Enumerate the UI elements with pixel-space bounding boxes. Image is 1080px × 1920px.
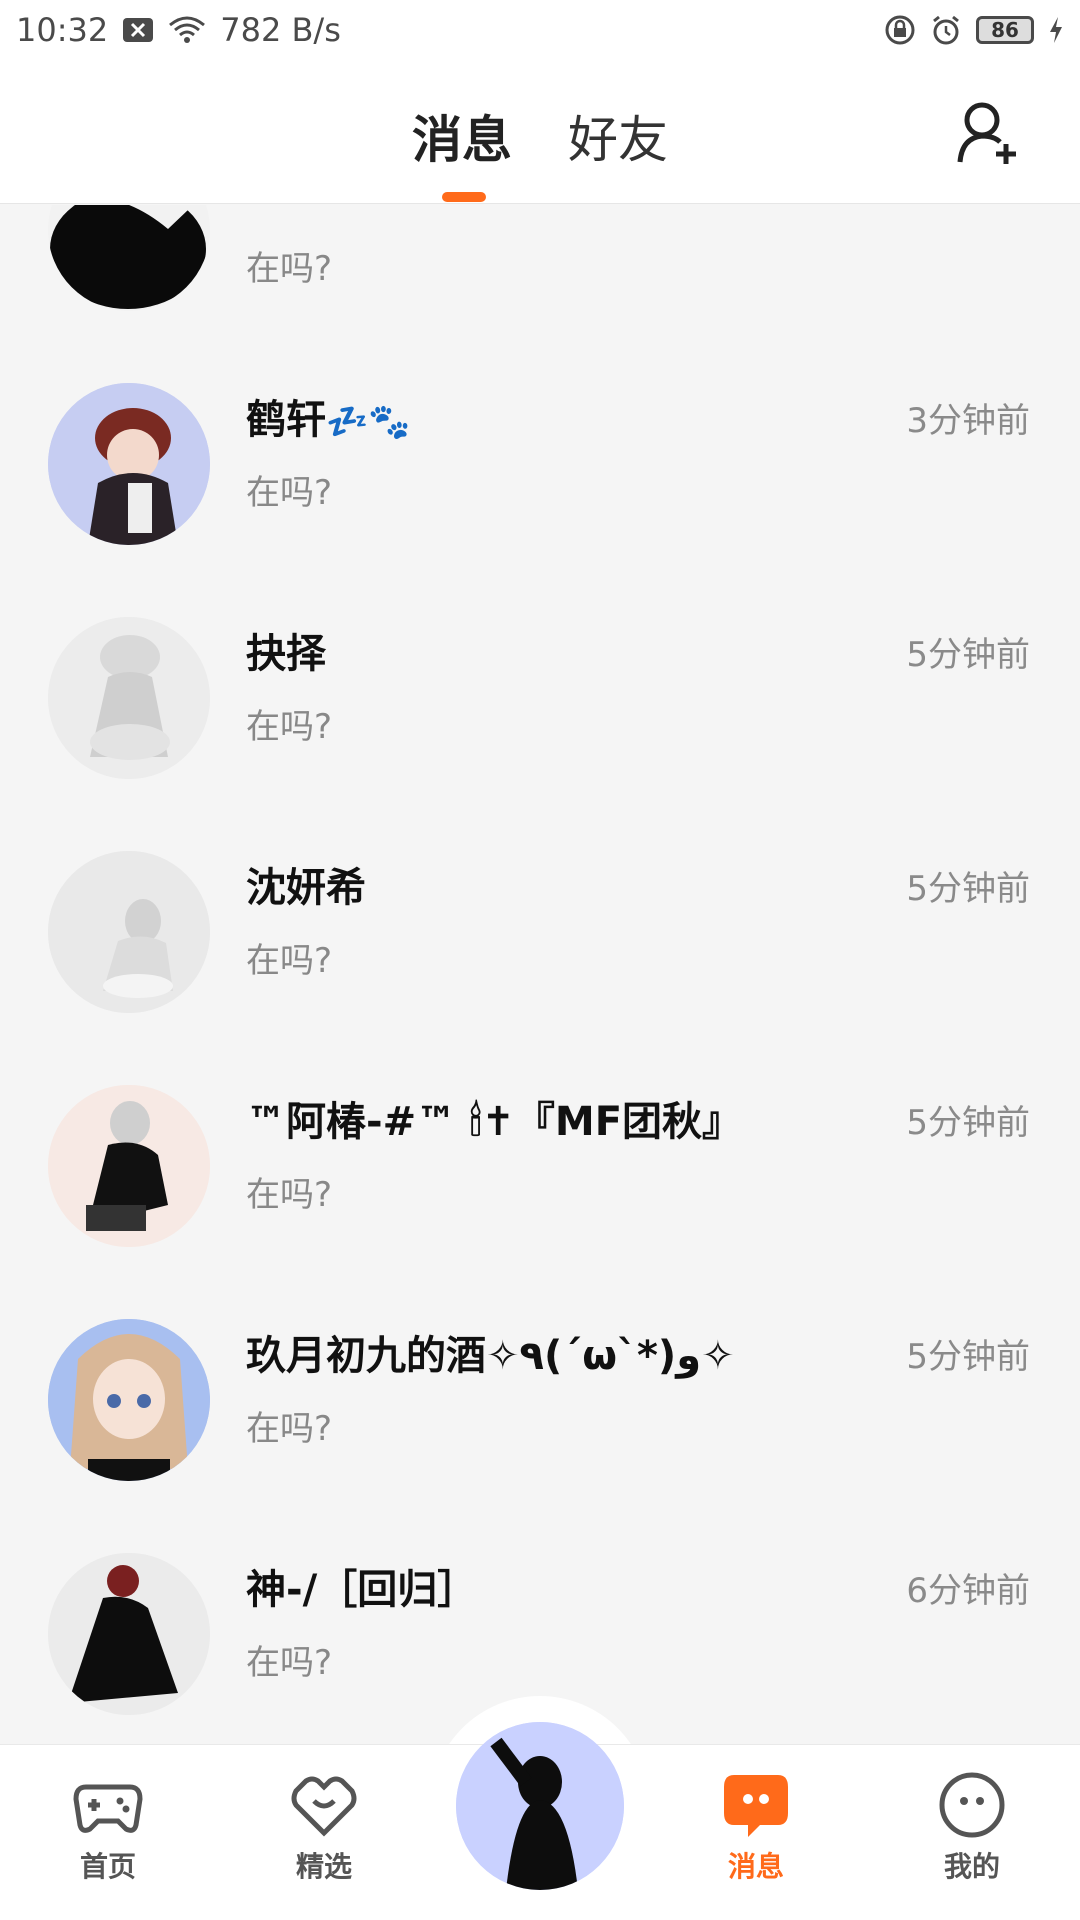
face-icon [936,1769,1008,1841]
avatar [48,1085,210,1247]
tab-friends[interactable]: 好友 [568,100,668,172]
conversation-name: 沈妍希 [246,865,366,911]
center-avatar-button[interactable] [456,1722,624,1890]
lock-icon [884,14,916,46]
active-tab-indicator [442,192,486,202]
conversation-message: 在吗? [246,1409,333,1449]
list-item[interactable]: 在吗? [0,205,1080,359]
conversation-time: 5分钟前 [906,869,1030,909]
conversation-time: 5分钟前 [906,1103,1030,1143]
top-header: 消息 好友 [0,60,1080,204]
avatar [48,851,210,1013]
nav-messages-label: 消息 [727,1850,784,1883]
conversation-message: 在吗? [246,1175,333,1215]
conversation-name: 神-/［回归］ [246,1567,478,1613]
conversation-name: ™阿椿-#™ 🕯✝『MF团秋』 [246,1099,743,1145]
nav-messages[interactable]: 消息 [696,1769,816,1885]
conversation-message: 在吗? [246,707,333,747]
charging-icon [1048,16,1064,44]
conversation-time: 6分钟前 [906,1571,1030,1611]
conversation-name: 玖月初九的酒✧٩(ˊωˋ*)و✧ [246,1333,735,1379]
list-item[interactable]: 玖月初九的酒✧٩(ˊωˋ*)و✧ 在吗? 5分钟前 [0,1295,1080,1529]
add-user-icon[interactable] [954,98,1024,168]
name-emoji: 💤🐾 [326,402,411,442]
wifi-icon [168,15,206,45]
tab-messages[interactable]: 消息 [412,100,512,172]
list-item[interactable]: 鹤轩💤🐾 在吗? 3分钟前 [0,359,1080,593]
gamepad-icon [72,1769,144,1841]
list-item[interactable]: ™阿椿-#™ 🕯✝『MF团秋』 在吗? 5分钟前 [0,1061,1080,1295]
nav-featured[interactable]: 精选 [264,1769,384,1885]
conversation-name: 鹤轩💤🐾 [246,387,411,445]
conversation-name: 抉择 [246,631,326,677]
nav-me-label: 我的 [943,1850,1000,1883]
net-speed: 782 B/s [220,11,341,49]
list-item[interactable]: 沈妍希 在吗? 5分钟前 [0,827,1080,1061]
conversation-message: 在吗? [246,941,333,981]
avatar [48,205,210,311]
alarm-icon [930,14,962,46]
avatar [48,1553,210,1715]
list-item[interactable]: 抉择 在吗? 5分钟前 [0,593,1080,827]
conversation-message: 在吗? [246,473,333,513]
avatar [48,617,210,779]
avatar [48,383,210,545]
conversation-list: 在吗? 鹤轩💤🐾 在吗? 3分钟前 抉择 在吗? 5分钟前 沈妍希 在吗? 5分… [0,205,1080,1745]
conversation-message: 在吗? [246,249,333,289]
avatar [48,1319,210,1481]
battery-icon: 86 [976,16,1034,44]
nav-home[interactable]: 首页 [48,1769,168,1885]
nav-featured-label: 精选 [295,1850,352,1883]
heart-chat-icon [288,1769,360,1841]
conversation-time: 3分钟前 [906,401,1030,441]
conversation-time: 5分钟前 [906,1337,1030,1377]
nav-home-label: 首页 [79,1850,136,1883]
conversation-message: 在吗? [246,1643,333,1683]
nav-me[interactable]: 我的 [912,1769,1032,1885]
status-bar: 10:32 782 B/s 86 [0,0,1080,60]
close-box-icon [122,17,154,43]
conversation-time: 5分钟前 [906,635,1030,675]
status-time: 10:32 [16,11,109,49]
conversation-name-text: 鹤轩 [246,397,326,443]
message-bubble-icon [720,1769,792,1841]
